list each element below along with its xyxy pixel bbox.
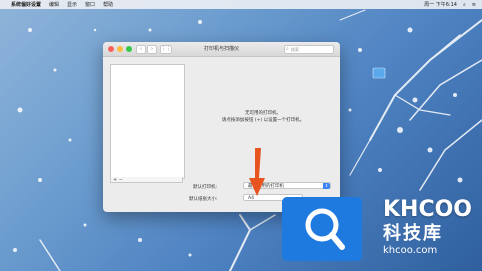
down-arrow-icon	[249, 148, 265, 196]
watermark-search-icon	[305, 208, 345, 250]
watermark-chinese: 科技库	[383, 223, 443, 244]
watermark-brand: KHCOO 科技库 khcoo.com	[383, 197, 479, 257]
watermark-logo: KHCOO	[383, 197, 473, 222]
watermark-url: khcoo.com	[383, 245, 438, 256]
